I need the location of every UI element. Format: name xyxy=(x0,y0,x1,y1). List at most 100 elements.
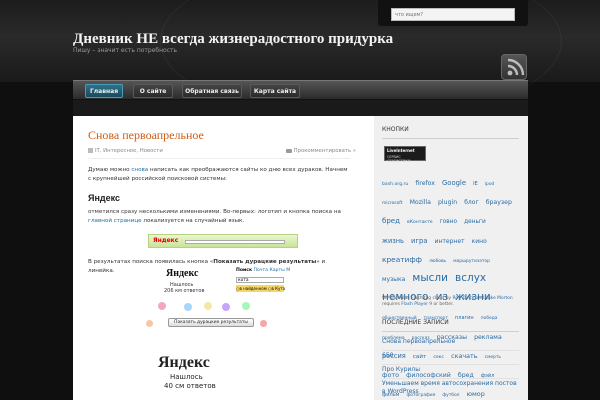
tag-link[interactable]: бред xyxy=(382,217,400,225)
site-title[interactable]: Дневник НЕ всегда жизнерадостного придур… xyxy=(73,31,393,48)
rss-icon[interactable] xyxy=(501,54,527,80)
tag-link[interactable]: IE xyxy=(473,181,478,187)
tab-more[interactable]: М xyxy=(286,268,290,273)
tag-link[interactable]: браузер xyxy=(486,199,512,206)
found-count: 206 км ответов xyxy=(164,288,205,294)
recent-post-link[interactable]: Уменьшаем время автосохранения постов в … xyxy=(382,380,519,400)
bubble-icon xyxy=(184,303,192,311)
rss-icon-graphic xyxy=(507,58,525,76)
tag-link[interactable]: любовь xyxy=(429,259,446,264)
tag-link[interactable]: жизнь xyxy=(382,237,404,245)
radio-in-kuta: в Кута xyxy=(271,286,286,291)
roy-tanck-link[interactable]: Roy Tanck xyxy=(453,296,475,301)
buttons-widget: КНОПКИ xyxy=(382,126,519,139)
yandex-search-options: ○в найденном ○в Кута xyxy=(236,285,286,292)
nav-item-sitemap[interactable]: Карта сайта xyxy=(250,84,300,98)
badge-line-2: СЕРВИС СТАТИСТИКИ xyxy=(387,155,411,163)
tag-link[interactable]: Mozilla xyxy=(410,199,431,206)
p1-text-a: Думаю можно xyxy=(88,167,132,173)
cumulus-text-a: WP Cumulus Flash tag cloud by xyxy=(382,296,453,301)
post-meta: IT, Интересное, Новости Прокомментироват… xyxy=(88,148,356,159)
search-input[interactable] xyxy=(391,8,515,21)
main-nav: Главная О сайте Обратная связь Карта сай… xyxy=(73,80,528,100)
bubble-icon xyxy=(204,302,212,310)
tag-link[interactable]: мысли xyxy=(412,272,448,284)
site-tagline: Пишу – значит есть потребность xyxy=(73,47,178,54)
main-page-link[interactable]: главной странице xyxy=(88,218,142,224)
tag-link[interactable]: блог xyxy=(464,199,478,206)
bubble-icon xyxy=(222,303,230,311)
sidebar: КНОПКИ LiveInternet СЕРВИС СТАТИСТИКИ ba… xyxy=(374,116,528,400)
post: Снова первоапрельное IT, Интересное, Нов… xyxy=(88,128,356,276)
comments-link[interactable]: Прокомментировать » xyxy=(285,148,356,154)
post-paragraph-2: отметился сразу несколькими изменениями.… xyxy=(88,208,350,226)
tag-link[interactable]: музыка xyxy=(382,276,405,283)
p2-text-a: отметился сразу несколькими изменениями.… xyxy=(88,209,341,215)
yandex-mini-logo: Яндекс xyxy=(153,237,179,244)
post-categories[interactable]: IT, Интересное, Новости xyxy=(95,148,163,154)
bubble-icon xyxy=(260,320,267,327)
tag-link[interactable]: bash.org.ru xyxy=(382,182,408,187)
yandex-query-field[interactable]: кота xyxy=(236,277,284,283)
bubble-icon xyxy=(158,302,166,310)
post-title[interactable]: Снова первоапрельное xyxy=(88,128,350,143)
badge-line-1: LiveInternet xyxy=(387,148,415,153)
comment-icon xyxy=(285,148,292,153)
bubble-icon xyxy=(242,302,250,310)
content-area: Снова первоапрельное IT, Интересное, Нов… xyxy=(73,116,528,400)
yandex-tabs: Поиск Почта Карты М xyxy=(236,268,290,273)
recent-post-link[interactable]: 650 xyxy=(382,352,519,365)
search-box xyxy=(378,0,528,26)
site-header: Дневник НЕ всегда жизнерадостного придур… xyxy=(0,0,600,122)
tag-link[interactable]: кино xyxy=(472,238,487,245)
tag-link[interactable]: маршрутизатор xyxy=(453,259,490,264)
yandex-header-screenshot: Яндекс xyxy=(148,234,298,248)
silly-results-button[interactable]: Показать дурацкие результаты xyxy=(168,318,254,327)
silly-results-bubbles xyxy=(146,302,276,332)
comments-label: Прокомментировать » xyxy=(293,148,356,154)
tab-search[interactable]: Поиск xyxy=(236,268,252,273)
liveinternet-badge[interactable]: LiveInternet СЕРВИС СТАТИСТИКИ xyxy=(384,146,426,163)
yandex-results-screenshot: Яндекс Нашлось 206 км ответов Поиск Почт… xyxy=(146,268,290,400)
found-label-2: Нашлось xyxy=(170,373,203,381)
tab-mail[interactable]: Почта xyxy=(254,268,268,273)
tag-link[interactable]: microsoft xyxy=(382,201,402,206)
tag-link[interactable]: говно xyxy=(440,219,457,225)
recent-post-link[interactable]: Снова первоапрельное xyxy=(382,338,519,351)
recent-posts-title: ПОСЛЕДНИЕ ЗАПИСИ xyxy=(382,319,519,332)
p3-text-a: В результатах поиска появилась кнопка « xyxy=(88,259,214,265)
tag-link[interactable]: plugin xyxy=(438,199,457,206)
tag-link[interactable]: ipod xyxy=(485,182,494,187)
yandex-logo: Яндекс xyxy=(166,268,199,279)
luke-morton-link[interactable]: Luke Morton xyxy=(486,296,513,301)
snova-link[interactable]: снова xyxy=(131,167,148,173)
cumulus-text-c: requires xyxy=(382,302,402,307)
tag-link[interactable]: вслух xyxy=(455,272,486,284)
nav-item-home[interactable]: Главная xyxy=(85,84,123,98)
post-paragraph-1: Думаю можно снова написать как преобража… xyxy=(88,166,350,184)
tag-link[interactable]: интернет xyxy=(435,238,465,245)
nav-item-about[interactable]: О сайте xyxy=(133,84,173,98)
nav-item-feedback[interactable]: Обратная связь xyxy=(182,84,242,98)
cumulus-credit: WP Cumulus Flash tag cloud by Roy Tanck … xyxy=(382,296,516,308)
p2-text-b: локализуется на случайный язык. xyxy=(141,218,245,224)
found-count-2: 40 см ответов xyxy=(164,382,216,390)
post-subheading: Яндекс xyxy=(88,193,121,203)
yandex-logo-2: Яндекс xyxy=(158,354,210,371)
folder-icon xyxy=(88,148,93,153)
buttons-title: КНОПКИ xyxy=(382,126,519,139)
tag-link[interactable]: firefox xyxy=(415,180,435,187)
tag-link[interactable]: Google xyxy=(442,179,466,187)
tag-link[interactable]: креатифф xyxy=(382,255,422,264)
tag-link[interactable]: игра xyxy=(411,237,427,245)
flash-player-link[interactable]: Flash Player xyxy=(401,302,428,307)
bubble-icon xyxy=(146,320,153,327)
tag-link[interactable]: деньги xyxy=(464,219,486,225)
tab-maps[interactable]: Карты xyxy=(269,268,284,273)
recent-post-link[interactable]: Про Курилы xyxy=(382,366,519,379)
radio-in-found: в найденном xyxy=(239,286,267,291)
p3-bold: Показать дурацкие результаты xyxy=(213,259,317,265)
tag-link[interactable]: вКонтакте xyxy=(407,220,433,225)
cumulus-text-d: 9 or better. xyxy=(427,302,454,307)
search-bar-image xyxy=(185,240,285,244)
